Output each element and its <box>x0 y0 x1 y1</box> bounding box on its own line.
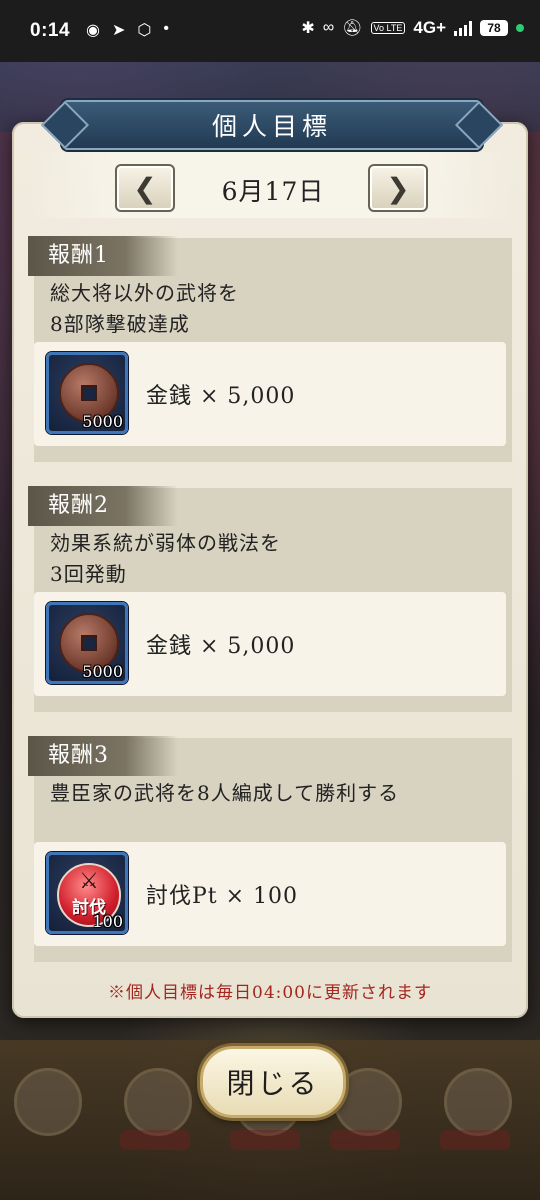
bg-menu-label <box>330 1130 400 1150</box>
item-quantity: 5000 <box>82 412 123 431</box>
reward-section: 報酬3 豊臣家の武将を8人編成して勝利する ⚔ 討伐 100 討伐Pt × 10… <box>28 736 512 962</box>
reward-item-text: 討伐Pt × 100 <box>146 884 299 909</box>
item-quantity: 5000 <box>82 662 123 681</box>
network-type: 4G+ <box>413 18 446 37</box>
bg-menu-label <box>230 1130 300 1150</box>
battery-icon: 78 <box>480 20 508 36</box>
chevron-left-icon: ❮ <box>133 171 157 205</box>
item-quantity: 100 <box>92 912 123 931</box>
telegram-icon: ➤ <box>111 22 126 39</box>
reward-label: 報酬1 <box>28 236 178 276</box>
vpn-icon: ⬡ <box>137 22 152 39</box>
bg-menu-label <box>120 1130 190 1150</box>
notification-icons: ◉ ➤ ⬡ • <box>86 20 169 40</box>
link-icon: ∞ <box>322 19 335 36</box>
reset-notice: ※個人目標は毎日04:00に更新されます <box>108 983 432 1003</box>
reward-description: 豊臣家の武将を8人編成して勝利する <box>50 781 400 805</box>
discord-icon: ◉ <box>86 22 100 39</box>
signal-icon <box>454 20 472 36</box>
mute-icon: 🔕︎ <box>342 20 363 37</box>
bg-back-button <box>14 1068 82 1136</box>
reward-item-text: 金銭 × 5,000 <box>146 634 296 659</box>
chevron-right-icon: ❯ <box>386 171 410 205</box>
reward-label: 報酬2 <box>28 486 178 526</box>
previous-day-button[interactable]: ❮ <box>115 164 175 212</box>
next-day-button[interactable]: ❯ <box>368 164 428 212</box>
reward-description: 総大将以外の武将を 8部隊撃破達成 <box>50 281 239 336</box>
reward-item-row: 5000 金銭 × 5,000 <box>34 342 506 446</box>
reward-item-row: ⚔ 討伐 100 討伐Pt × 100 <box>34 842 506 946</box>
more-notifications-icon: • <box>163 20 169 37</box>
bg-menu-button <box>444 1068 512 1136</box>
reward-item-icon[interactable]: ⚔ 討伐 100 <box>46 852 128 934</box>
bluetooth-icon: ✱ <box>301 20 315 37</box>
close-button[interactable]: 閉じる <box>200 1046 346 1118</box>
reward-item-row: 5000 金銭 × 5,000 <box>34 592 506 696</box>
status-bar: 0:14 ◉ ➤ ⬡ • ✱ ∞ 🔕︎ Vo LTE 4G+ 78 <box>0 0 540 62</box>
privacy-dot-icon <box>516 24 524 32</box>
current-date: 6月17日 <box>221 177 325 206</box>
reward-item-text: 金銭 × 5,000 <box>146 384 296 409</box>
reward-item-icon[interactable]: 5000 <box>46 352 128 434</box>
dialog-title-banner: 個人目標 <box>62 100 482 150</box>
close-button-label: 閉じる <box>226 1067 320 1100</box>
reward-label: 報酬3 <box>28 736 178 776</box>
reward-description: 効果系統が弱体の戦法を 3回発動 <box>50 531 281 586</box>
bg-menu-button <box>124 1068 192 1136</box>
date-navigator: ❮ 6月17日 ❯ <box>30 152 510 218</box>
reward-section: 報酬1 総大将以外の武将を 8部隊撃破達成 5000 金銭 × 5,000 <box>28 236 512 462</box>
reward-item-icon[interactable]: 5000 <box>46 602 128 684</box>
crossed-swords-icon: ⚔ <box>79 869 99 894</box>
volte-icon: Vo LTE <box>370 22 406 34</box>
clock: 0:14 <box>30 20 71 41</box>
bg-menu-label <box>440 1130 510 1150</box>
dialog-title: 個人目標 <box>211 112 332 141</box>
reward-section: 報酬2 効果系統が弱体の戦法を 3回発動 5000 金銭 × 5,000 <box>28 486 512 712</box>
system-icons: ✱ ∞ 🔕︎ Vo LTE 4G+ 78 <box>301 18 524 38</box>
